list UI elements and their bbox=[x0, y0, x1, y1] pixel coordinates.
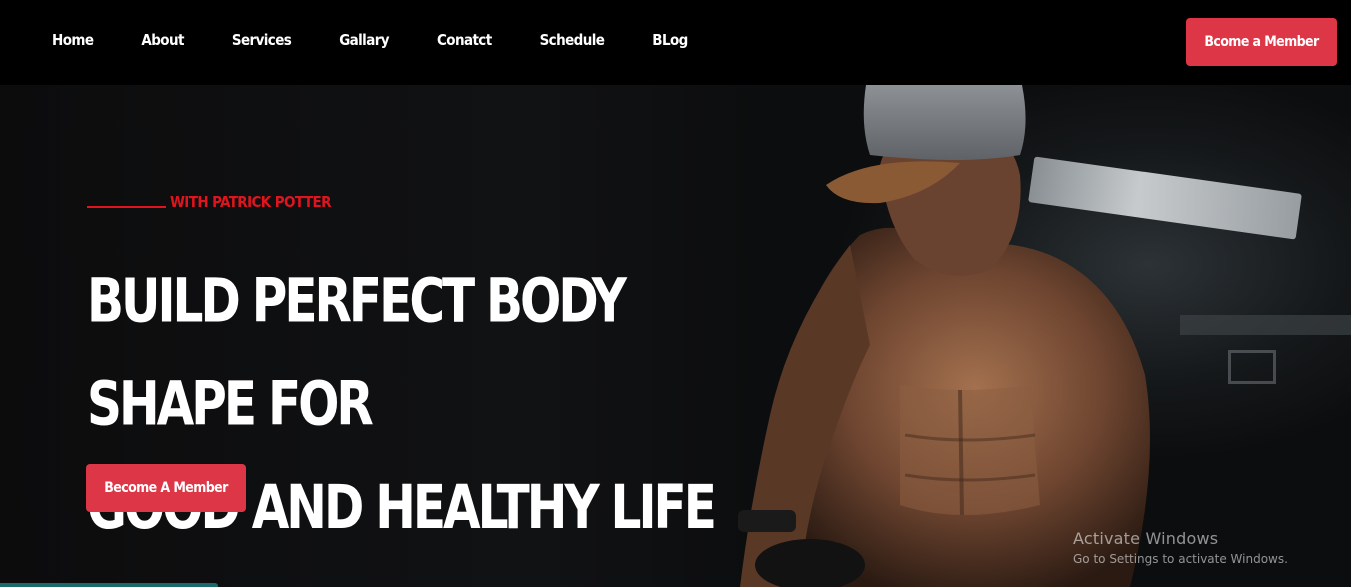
nav-link-services[interactable]: Services bbox=[232, 31, 292, 49]
bottom-accent-strip bbox=[0, 583, 218, 587]
hero-heading: BUILD PERFECT BODY SHAPE FOR GOOD AND HE… bbox=[87, 250, 787, 559]
nav-link-about[interactable]: About bbox=[141, 31, 184, 49]
nav-link-home[interactable]: Home bbox=[52, 31, 94, 49]
nav-link-blog[interactable]: BLog bbox=[652, 31, 688, 49]
nav-link-contact[interactable]: Conatct bbox=[437, 31, 492, 49]
tagline-text: WITH PATRICK POTTER bbox=[170, 193, 332, 211]
windows-activation-watermark: Activate Windows Go to Settings to activ… bbox=[1073, 529, 1288, 566]
hero-heading-line-1: BUILD PERFECT BODY SHAPE FOR bbox=[87, 265, 627, 440]
watermark-subtitle: Go to Settings to activate Windows. bbox=[1073, 552, 1288, 566]
nav-link-gallery[interactable]: Gallary bbox=[339, 31, 389, 49]
top-navbar: Home About Services Gallary Conatct Sche… bbox=[0, 0, 1351, 85]
nav-menu: Home About Services Gallary Conatct Sche… bbox=[52, 0, 736, 80]
hero-tagline: WITH PATRICK POTTER bbox=[87, 193, 332, 211]
nav-link-schedule[interactable]: Schedule bbox=[540, 31, 605, 49]
watermark-title: Activate Windows bbox=[1073, 529, 1219, 548]
hero-section: WITH PATRICK POTTER BUILD PERFECT BODY S… bbox=[0, 85, 1351, 587]
become-member-nav-button[interactable]: Bcome a Member bbox=[1186, 18, 1337, 66]
become-member-hero-button[interactable]: Become A Member bbox=[86, 464, 246, 512]
tagline-divider bbox=[87, 206, 166, 208]
